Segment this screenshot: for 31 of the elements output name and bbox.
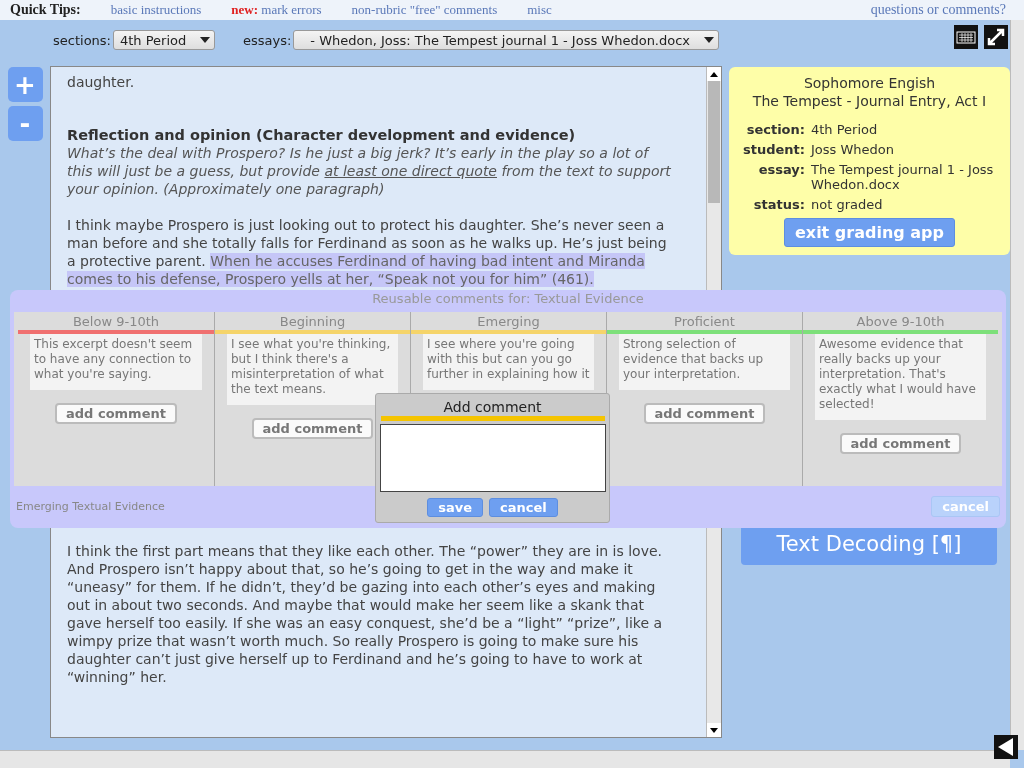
level-heading: Emerging — [476, 314, 541, 330]
overlay-title: Reusable comments for: Textual Evidence — [371, 290, 645, 308]
essay-paragraph: I think maybe Prospero is just looking out to protect his daughter. She’s never seen a man before and she totally falls for Ferdinand as soon as he walks up. He’s just being a protective parent. When he accuses Ferdinand of having bad intent and Miranda comes to his defense, Prospero yells at her, “Speak not you for him” (461). — [67, 216, 668, 288]
prompt-text: What’s the deal with Prospero? Is he just a big jerk? It’s early in the play so a lot of this will just be a guess, but provide at least one direct quote from the text to support your opinion. (Approximately one paragraph) — [67, 144, 672, 198]
essay-paragraph: I think the first part means that they like each other. The “power” they are in is love. And Prospero isn’t happy about that, so he’s going to get in the way and make it “uneasy” for them. If he didn’t, they’d be gazing into each other’s eyes and making out in about two seconds. And maybe that would make her seem like a skank that gave herself too easily. If she was an easy conquest, she’d be a “light” “prize”, like a wimpy prize that wasn’t worth much. So really Prospero is going to make sure his daughter can’t just give herself up to Ferdinand and he’s going to have to work at “winning” her. — [67, 542, 664, 686]
level-heading: Beginning — [278, 314, 347, 330]
dialog-title: Add comment — [443, 399, 542, 415]
comment-text: Awesome evidence that really backs up your interpretation. That's exactly what I would have selected! — [815, 334, 986, 420]
comment-text: I see what you're thinking, but I think there's a misinterpretation of what the text means. — [227, 334, 398, 405]
field-value: The Tempest journal 1 - Joss Whedon.docx — [811, 162, 995, 192]
field-label: status: — [752, 197, 805, 212]
comment-text: Strong selection of evidence that backs up your interpretation. — [619, 334, 790, 390]
field-value: Joss Whedon — [811, 142, 895, 157]
quick-tips-label: Quick Tips: — [10, 2, 81, 18]
assignment-title: The Tempest - Journal Entry, Act I — [752, 92, 987, 110]
comment-text: I see where you're going with this but can you go further in explaining how it — [423, 334, 594, 390]
level-heading: Below 9-10th — [71, 314, 161, 330]
field-label: student: — [742, 142, 805, 157]
sections-label: sections: — [53, 32, 111, 48]
footer-label: Emerging Textual Evidence — [16, 500, 165, 513]
level-heading: Above 9-10th — [855, 314, 946, 330]
section-heading: Reflection and opinion (Character development and evidence) — [67, 126, 577, 144]
comment-text: This excerpt doesn't seem to have any connection to what you're saying. — [30, 334, 202, 390]
field-label: section: — [745, 122, 805, 137]
course-title: Sophomore Engish — [803, 74, 936, 92]
field-label: essay: — [757, 162, 805, 179]
field-value: not graded — [811, 197, 884, 212]
field-value: 4th Period — [811, 122, 879, 137]
level-heading: Proficient — [673, 314, 736, 330]
essays-label: essays: — [243, 32, 292, 48]
essay-paragraph: daughter. — [67, 73, 136, 91]
